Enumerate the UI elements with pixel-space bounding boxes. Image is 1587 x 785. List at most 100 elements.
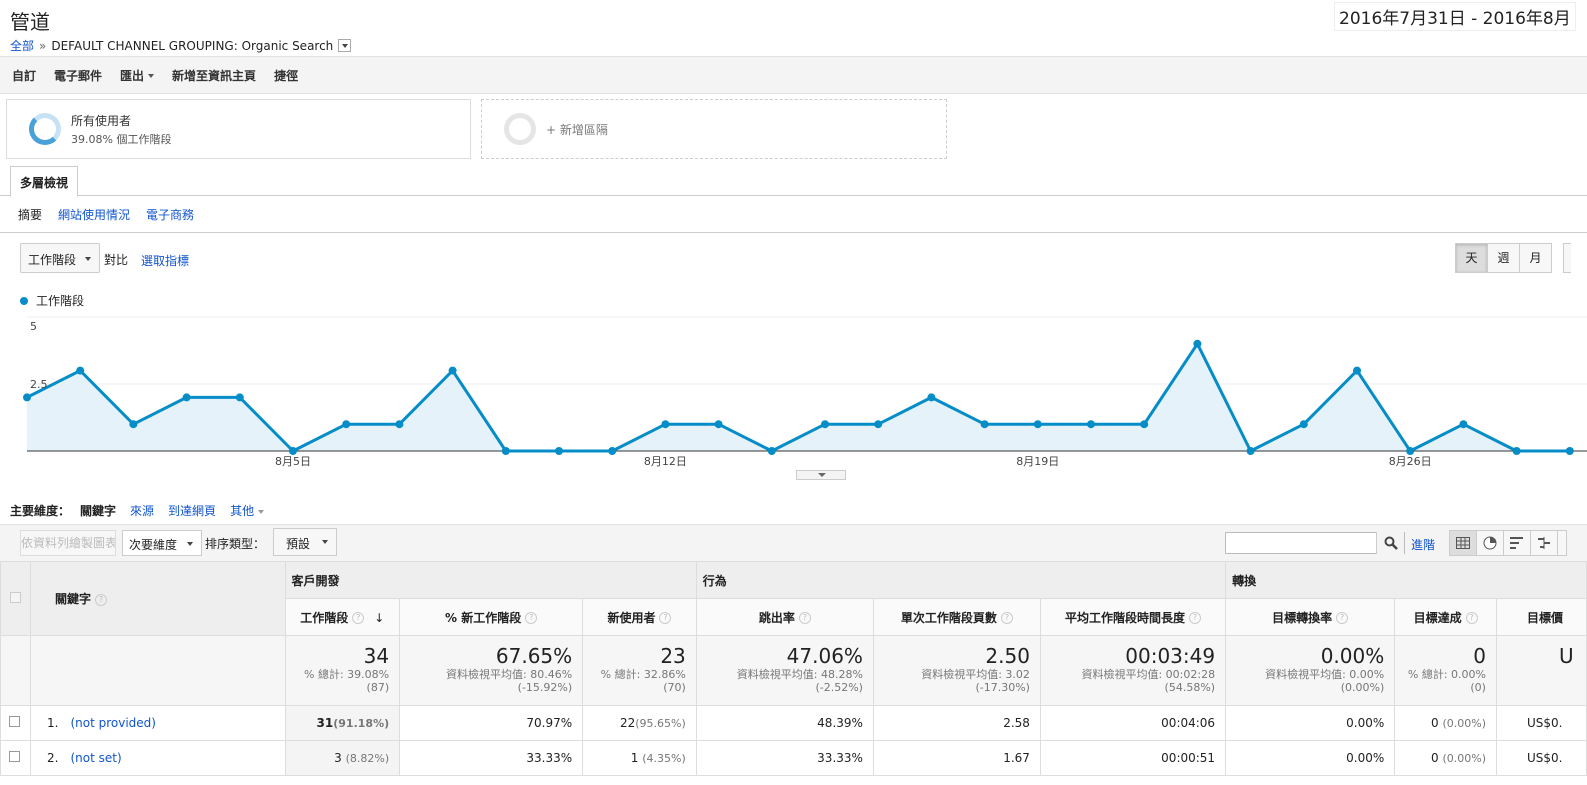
row-checkbox-cell[interactable] bbox=[0, 740, 31, 776]
col-pages-per-session[interactable]: 單次工作階段頁數? bbox=[872, 598, 1041, 636]
select-all-checkbox[interactable] bbox=[10, 591, 21, 603]
data-point bbox=[821, 420, 829, 429]
x-tick-label: 8月19日 bbox=[1016, 455, 1059, 468]
shortcut-button[interactable]: 捷徑 bbox=[274, 67, 298, 84]
row-goals: 0 (0.00%) bbox=[1394, 705, 1497, 741]
segment-all-users[interactable]: 所有使用者 39.08% 個工作階段 bbox=[6, 99, 471, 159]
plot-rows-button[interactable]: 依資料列繪製圖表 bbox=[20, 530, 116, 556]
breadcrumb: 全部 » DEFAULT CHANNEL GROUPING: Organic S… bbox=[10, 37, 352, 54]
col-label: 目標轉換率 bbox=[1272, 610, 1333, 625]
help-icon[interactable]: ? bbox=[1336, 612, 1349, 624]
row-keyword-link[interactable]: (not provided) bbox=[70, 716, 156, 730]
dimension-landing-page[interactable]: 到達網頁 bbox=[168, 502, 216, 519]
breadcrumb-root-link[interactable]: 全部 bbox=[10, 37, 34, 54]
table-view-icon[interactable] bbox=[1449, 530, 1477, 556]
total-note: (0) bbox=[1470, 681, 1486, 694]
select-all-cell[interactable] bbox=[0, 561, 31, 636]
col-goal-conversion-rate[interactable]: 目標轉換率? bbox=[1225, 598, 1396, 636]
row-conv-rate: 0.00% bbox=[1225, 705, 1396, 741]
help-icon[interactable]: ? bbox=[1189, 612, 1202, 624]
dimension-other[interactable]: 其他 bbox=[230, 502, 265, 519]
row-checkbox[interactable] bbox=[9, 716, 20, 727]
sort-type-dropdown[interactable]: 預設 bbox=[273, 528, 337, 556]
help-icon[interactable]: ? bbox=[659, 612, 672, 624]
total-note: 資料檢視平均值: 80.46% bbox=[446, 668, 573, 681]
subtab-ecommerce[interactable]: 電子商務 bbox=[146, 206, 194, 223]
tab-explorer[interactable]: 多層檢視 bbox=[10, 166, 79, 197]
table-row[interactable]: 2. (not set) 3 (8.82%) 33.33% 1 (4.35%) 3… bbox=[0, 740, 1587, 776]
row-value: US$0. bbox=[1495, 740, 1587, 776]
search-button[interactable] bbox=[1376, 532, 1404, 554]
breadcrumb-dropdown-icon[interactable] bbox=[338, 39, 352, 52]
week-button[interactable]: 週 bbox=[1487, 243, 1520, 273]
total-value: 23 bbox=[660, 644, 686, 668]
data-point bbox=[1246, 447, 1255, 455]
pie-view-icon[interactable] bbox=[1476, 530, 1504, 556]
data-point bbox=[927, 393, 936, 402]
row-sessions-value: 31 bbox=[316, 716, 334, 730]
date-range-picker[interactable]: 2016年7月31日 - 2016年8月 bbox=[1334, 2, 1576, 31]
secondary-dimension-dropdown[interactable]: 次要維度 bbox=[122, 530, 202, 556]
row-goals-pct: (0.00%) bbox=[1442, 752, 1486, 765]
col-avg-duration[interactable]: 平均工作階段時間長度? bbox=[1039, 598, 1227, 636]
col-new-users[interactable]: 新使用者? bbox=[582, 598, 697, 636]
row-new-sessions: 70.97% bbox=[399, 705, 584, 741]
col-new-sessions-pct[interactable]: % 新工作階段? bbox=[399, 598, 584, 636]
dimension-source[interactable]: 來源 bbox=[130, 502, 154, 519]
performance-view-icon[interactable] bbox=[1503, 530, 1531, 556]
col-bounce-rate[interactable]: 跳出率? bbox=[695, 598, 874, 636]
sort-type-label: 排序類型： bbox=[205, 537, 266, 551]
data-point bbox=[501, 447, 510, 455]
advanced-filter-link[interactable]: 進階 bbox=[1411, 536, 1435, 553]
customize-button[interactable]: 自訂 bbox=[12, 67, 36, 84]
dimension-keyword[interactable]: 關鍵字 bbox=[80, 502, 116, 519]
row-checkbox-cell[interactable] bbox=[0, 705, 31, 741]
comparison-view-icon[interactable] bbox=[1530, 530, 1558, 556]
dimension-header[interactable]: 關鍵字? bbox=[30, 561, 286, 636]
subtab-site-usage[interactable]: 網站使用情況 bbox=[58, 206, 130, 223]
sessions-line-chart: 5 2.5 8月5日 8月12日 8月19日 8月26日 bbox=[23, 316, 1587, 468]
help-icon[interactable]: ? bbox=[95, 593, 108, 606]
chart-collapse-handle[interactable] bbox=[796, 470, 846, 480]
row-new-users-pct: (4.35%) bbox=[642, 752, 686, 765]
day-button[interactable]: 天 bbox=[1455, 243, 1488, 273]
export-button[interactable]: 匯出 bbox=[120, 67, 155, 84]
pivot-view-icon[interactable] bbox=[1557, 530, 1567, 556]
add-segment-button[interactable]: + 新增區隔 bbox=[481, 99, 947, 159]
help-icon[interactable]: ? bbox=[352, 612, 365, 624]
col-sessions[interactable]: 工作階段? ↓ bbox=[284, 598, 401, 636]
legend-dot-icon bbox=[20, 296, 28, 305]
y-tick-label: 5 bbox=[30, 320, 37, 333]
help-icon[interactable]: ? bbox=[525, 612, 538, 624]
row-goals-pct: (0.00%) bbox=[1442, 717, 1486, 730]
segment-name: 所有使用者 bbox=[71, 113, 132, 128]
chart-options-button[interactable] bbox=[1563, 243, 1571, 273]
row-new-users: 1 (4.35%) bbox=[582, 740, 697, 776]
col-goal-completions[interactable]: 目標達成? bbox=[1394, 598, 1497, 636]
col-label: 單次工作階段頁數 bbox=[900, 610, 997, 625]
total-note: (87) bbox=[366, 681, 390, 694]
pick-metric-link[interactable]: 選取指標 bbox=[141, 252, 189, 269]
help-icon[interactable]: ? bbox=[1465, 612, 1478, 624]
table-row[interactable]: 1. (not provided) 31(91.18%) 70.97% 22(95… bbox=[0, 705, 1587, 741]
month-button[interactable]: 月 bbox=[1519, 243, 1552, 273]
add-to-dashboard-button[interactable]: 新增至資訊主頁 bbox=[172, 67, 256, 84]
help-icon[interactable]: ? bbox=[1000, 612, 1013, 624]
email-button[interactable]: 電子郵件 bbox=[54, 67, 102, 84]
total-note: % 總計: 32.86% bbox=[600, 668, 686, 681]
add-segment-label: + 新增區隔 bbox=[546, 122, 608, 137]
total-note: 資料檢視平均值: 48.28% bbox=[736, 668, 863, 681]
col-goal-value[interactable]: 目標價 bbox=[1495, 598, 1587, 636]
row-sessions: 31(91.18%) bbox=[284, 705, 401, 741]
subtab-summary[interactable]: 摘要 bbox=[18, 206, 42, 223]
row-bounce: 33.33% bbox=[695, 740, 874, 776]
row-checkbox[interactable] bbox=[9, 751, 20, 762]
sort-desc-icon: ↓ bbox=[374, 610, 385, 625]
granularity-buttons: 天 週 月 bbox=[1455, 243, 1552, 273]
total-note: % 總計: 0.00% bbox=[1407, 668, 1486, 681]
help-icon[interactable]: ? bbox=[798, 612, 811, 624]
row-keyword-link[interactable]: (not set) bbox=[70, 751, 121, 765]
metric-dropdown[interactable]: 工作階段 bbox=[20, 243, 100, 273]
report-toolbar: 自訂 電子郵件 匯出 新增至資訊主頁 捷徑 bbox=[0, 56, 1587, 94]
y-tick-label: 2.5 bbox=[30, 378, 48, 391]
